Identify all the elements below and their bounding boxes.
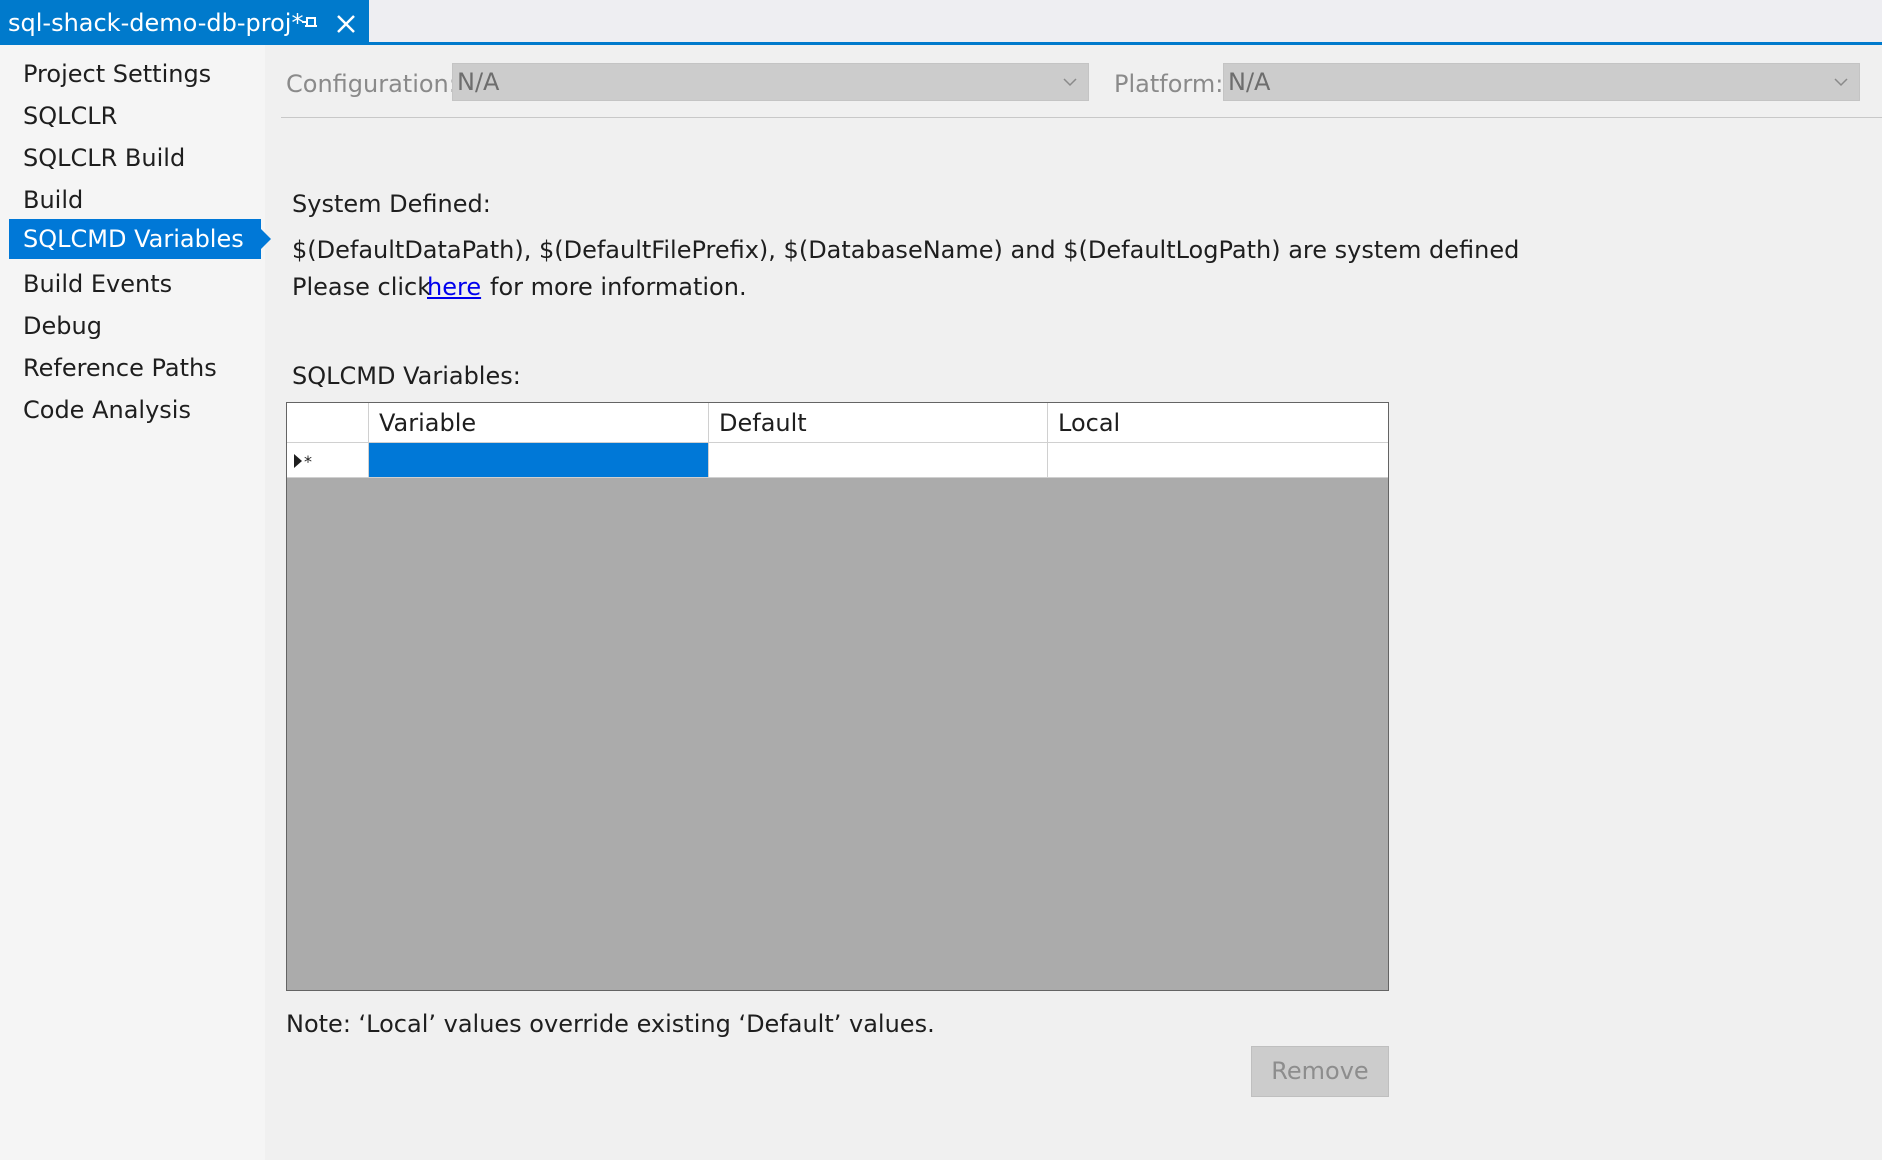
info-prefix-text: Please click [292,273,432,301]
info-suffix-text: for more information. [490,273,747,301]
new-row-indicator-icon: * [294,452,312,470]
svg-text:*: * [304,452,312,470]
variables-grid[interactable]: Variable Default Local * [286,402,1389,991]
chevron-down-icon [1063,78,1077,87]
system-defined-heading: System Defined: [292,190,491,218]
sidebar-item-reference-paths[interactable]: Reference Paths [9,348,261,388]
platform-label: Platform: [1114,70,1224,98]
platform-value: N/A [1228,68,1271,96]
cell-variable[interactable] [369,443,709,478]
cell-default[interactable] [709,443,1048,478]
row-header[interactable]: * [287,443,369,478]
pin-icon[interactable] [300,13,320,33]
chevron-down-icon [1834,78,1848,87]
column-header-local[interactable]: Local [1048,403,1388,442]
grid-header: Variable Default Local [287,403,1388,443]
close-icon[interactable] [336,14,356,34]
sidebar-item-debug[interactable]: Debug [9,306,261,346]
remove-button[interactable]: Remove [1251,1046,1389,1097]
column-header-variable[interactable]: Variable [369,403,709,442]
cell-local[interactable] [1048,443,1388,478]
sidebar-item-project-settings[interactable]: Project Settings [9,54,261,94]
new-row[interactable]: * [287,443,1388,478]
sidebar-item-build[interactable]: Build [9,180,261,220]
document-tab[interactable]: sql-shack-demo-db-proj* [0,0,369,45]
header-separator [281,117,1882,118]
sidebar-item-sqlclr[interactable]: SQLCLR [9,96,261,136]
variables-heading: SQLCMD Variables: [292,362,521,390]
row-header-corner [287,403,369,442]
configuration-label: Configuration: [286,70,457,98]
system-defined-description: $(DefaultDataPath), $(DefaultFilePrefix)… [292,236,1520,264]
configuration-select[interactable]: N/A [452,63,1089,101]
sidebar-item-sqlclr-build[interactable]: SQLCLR Build [9,138,261,178]
document-tab-title: sql-shack-demo-db-proj* [8,8,304,37]
sidebar-item-build-events[interactable]: Build Events [9,264,261,304]
sidebar: Project Settings SQLCLR SQLCLR Build Bui… [0,45,271,1160]
column-header-default[interactable]: Default [709,403,1048,442]
tab-accent-line [0,42,1882,45]
sidebar-item-code-analysis[interactable]: Code Analysis [9,390,261,430]
configuration-value: N/A [457,68,500,96]
info-link[interactable]: here [427,273,481,301]
override-note: Note: ‘Local’ values override existing ‘… [286,1010,935,1038]
sidebar-item-sqlcmd-variables[interactable]: SQLCMD Variables [9,219,271,259]
platform-select[interactable]: N/A [1223,63,1860,101]
